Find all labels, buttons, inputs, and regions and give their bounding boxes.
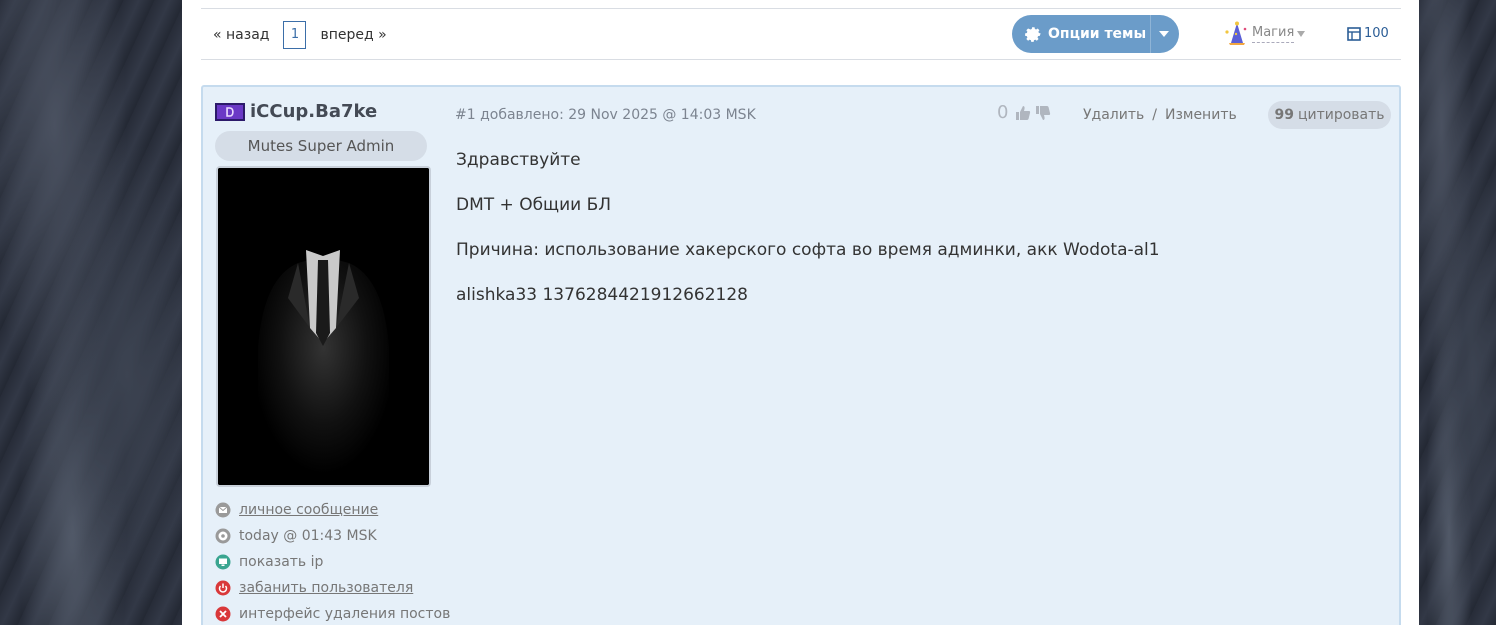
action-separator: /: [1152, 107, 1157, 123]
last-seen-text: today @ 01:43 MSK: [239, 528, 377, 544]
post-author: Ꭰ iCCup.Ba7ke: [215, 101, 377, 122]
post-line: Причина: использование хакерского софта …: [456, 240, 1160, 260]
posts-per-page[interactable]: 100: [1347, 26, 1389, 41]
thread-toolbar: « назад 1 вперед » Опции темы Магия 100: [201, 8, 1401, 60]
vote-score: 0: [997, 102, 1009, 123]
author-actions: личное сообщение today @ 01:43 MSK показ…: [215, 497, 450, 625]
post-actions: Удалить / Изменить: [1083, 107, 1237, 123]
button-divider: [1150, 15, 1151, 53]
ban-user-link[interactable]: забанить пользователя: [239, 580, 413, 596]
wizard-hat-icon: [1225, 21, 1247, 45]
ban-user-row[interactable]: забанить пользователя: [215, 575, 450, 601]
avatar-image: [218, 168, 429, 485]
thread-options-label: Опции темы: [1048, 26, 1147, 42]
user-rank: Mutes Super Admin: [215, 131, 427, 161]
posts-per-page-value: 100: [1364, 26, 1389, 41]
forum-post: Ꭰ iCCup.Ba7ke Mutes Super Admin личное с…: [201, 85, 1401, 625]
current-page[interactable]: 1: [283, 21, 307, 49]
pagination: « назад 1 вперед »: [213, 21, 387, 49]
show-ip-row[interactable]: показать ip: [215, 549, 450, 575]
thumbs-up-icon[interactable]: [1014, 104, 1032, 122]
magic-menu[interactable]: Магия: [1223, 21, 1306, 47]
private-message-link[interactable]: личное сообщение: [239, 502, 378, 518]
prev-page-link[interactable]: « назад: [213, 27, 269, 43]
post-votes: 0: [997, 102, 1052, 123]
quote-button[interactable]: 99 цитировать: [1268, 101, 1391, 129]
power-icon: [215, 580, 231, 596]
chevron-down-icon[interactable]: [1159, 31, 1169, 37]
post-line: DMT + Общии БЛ: [456, 195, 612, 215]
background-right: [1418, 0, 1496, 625]
author-name[interactable]: iCCup.Ba7ke: [250, 101, 377, 122]
post-body: Здравствуйте DMT + Общии БЛ Причина: исп…: [456, 149, 1160, 329]
close-icon: [215, 606, 231, 622]
mail-icon: [215, 502, 231, 518]
private-message-row[interactable]: личное сообщение: [215, 497, 450, 523]
avatar: [216, 166, 431, 487]
delete-posts-row[interactable]: интерфейс удаления постов: [215, 601, 450, 625]
quote-label: цитировать: [1297, 107, 1385, 123]
monitor-icon: [215, 554, 231, 570]
forum-page: « назад 1 вперед » Опции темы Магия 100 …: [182, 0, 1419, 625]
clock-icon: [215, 528, 231, 544]
delete-post-link[interactable]: Удалить: [1083, 107, 1144, 123]
post-line: alishka33 1376284421912662128: [456, 285, 748, 305]
magic-label: Магия: [1252, 25, 1295, 43]
table-icon: [1347, 26, 1361, 41]
next-page-link[interactable]: вперед »: [320, 27, 386, 43]
show-ip-link[interactable]: показать ip: [239, 554, 323, 570]
thumbs-down-icon[interactable]: [1034, 104, 1052, 122]
background-left: [0, 0, 182, 625]
delete-posts-link[interactable]: интерфейс удаления постов: [239, 606, 450, 622]
post-meta: #1 добавлено: 29 Nov 2025 @ 14:03 MSK: [455, 107, 756, 123]
user-badge-icon: Ꭰ: [215, 102, 245, 121]
caret-down-icon: [1297, 31, 1306, 37]
svg-text:Ꭰ: Ꭰ: [226, 105, 234, 119]
edit-post-link[interactable]: Изменить: [1165, 107, 1237, 123]
quote-icon: 99: [1274, 107, 1294, 123]
gear-icon: [1025, 27, 1041, 42]
post-line: Здравствуйте: [456, 150, 581, 170]
last-seen-row: today @ 01:43 MSK: [215, 523, 450, 549]
thread-options-button[interactable]: Опции темы: [1012, 15, 1179, 53]
